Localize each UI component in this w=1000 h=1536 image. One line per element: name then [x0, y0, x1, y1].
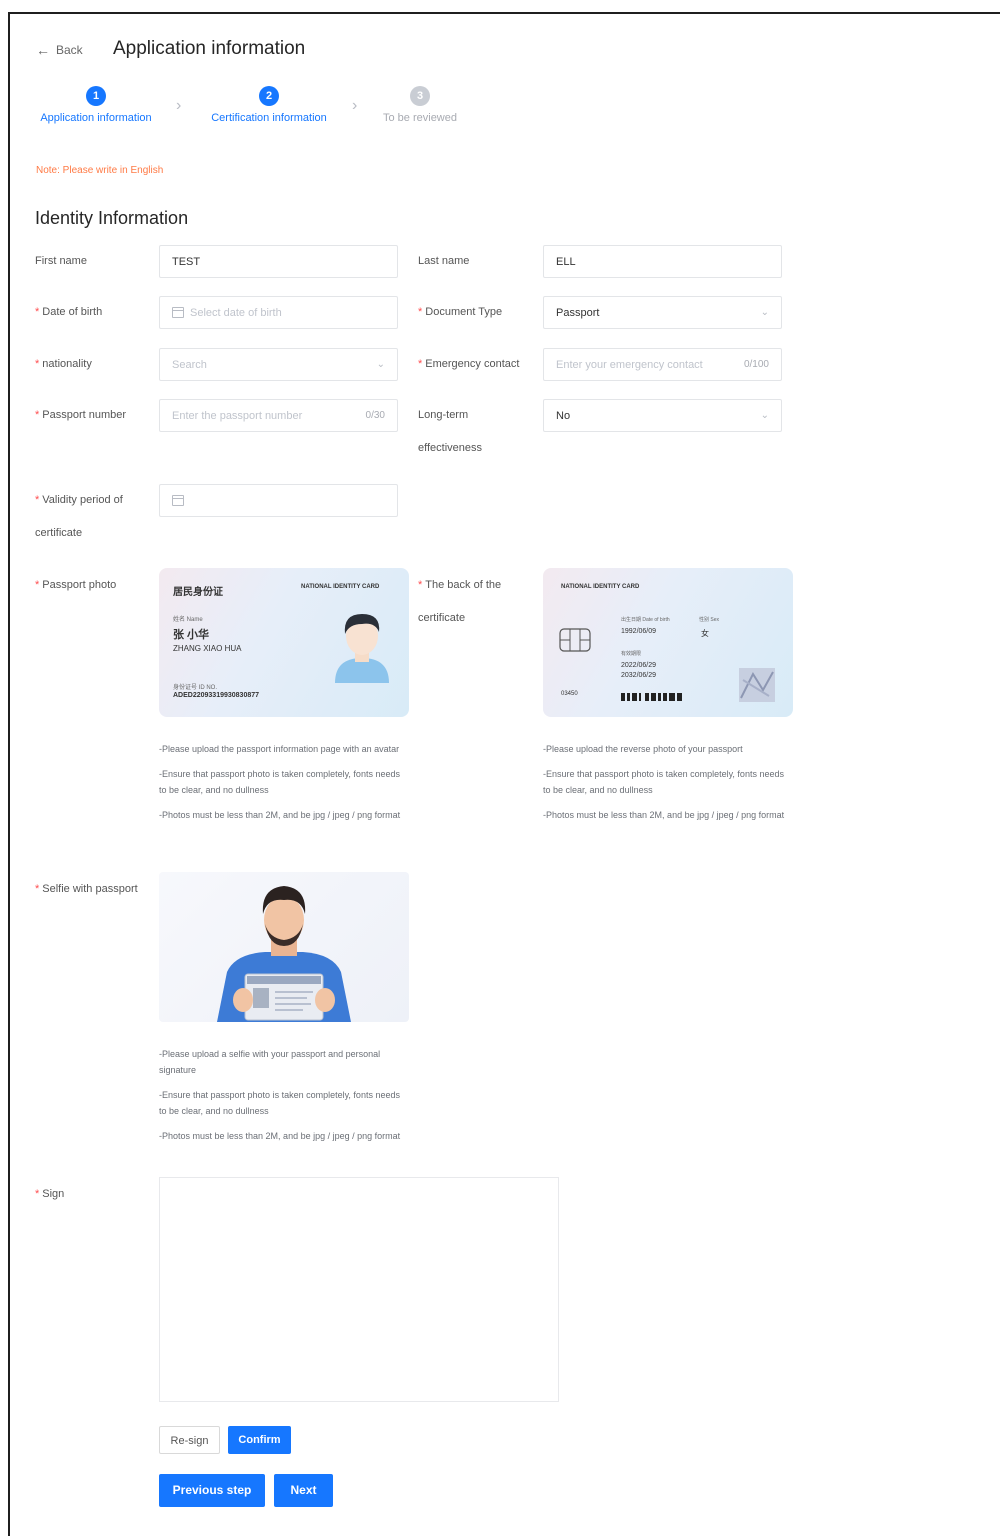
- emergency-contact-input[interactable]: Enter your emergency contact 0/100: [543, 348, 782, 381]
- chevron-down-icon: ⌄: [376, 359, 385, 370]
- step-label: To be reviewed: [383, 112, 457, 124]
- passport-number-input[interactable]: Enter the passport number 0/30: [159, 399, 398, 432]
- hologram-icon: [739, 668, 775, 702]
- name-en: ZHANG XIAO HUA: [173, 644, 242, 653]
- passport-photo-upload[interactable]: 居民身份证 NATIONAL IDENTITY CARD 姓名 Name 张 小…: [159, 568, 409, 717]
- first-name-input[interactable]: TEST: [159, 245, 398, 278]
- selfie-label: * Selfie with passport: [35, 883, 138, 895]
- step-to-be-reviewed: 3 To be reviewed: [372, 86, 468, 124]
- last-name-input[interactable]: ELL: [543, 245, 782, 278]
- chevron-down-icon: ⌄: [760, 307, 769, 318]
- step-number: 2: [259, 86, 279, 106]
- passport-photo-help: -Please upload the passport information …: [159, 744, 401, 820]
- previous-step-button[interactable]: Previous step: [159, 1474, 265, 1507]
- calendar-icon: [172, 495, 184, 506]
- page-title: Application information: [113, 38, 306, 59]
- step-label: Certification information: [211, 112, 327, 124]
- last-name-label: Last name: [418, 255, 470, 267]
- signature-pad[interactable]: [159, 1177, 559, 1402]
- sign-label: * Sign: [35, 1188, 65, 1200]
- passport-number-label: * Passport number: [35, 409, 127, 421]
- document-type-label: * Document Type: [418, 306, 503, 318]
- chevron-right-icon: ›: [352, 97, 358, 114]
- serial-number: 03450: [561, 691, 578, 697]
- nationality-select[interactable]: Search ⌄: [159, 348, 398, 381]
- long-term-effectiveness-label: Long-term effectiveness: [418, 409, 483, 454]
- sex-label: 性别 Sex: [699, 617, 720, 623]
- passport-photo-label: * Passport photo: [35, 579, 117, 591]
- re-sign-button[interactable]: Re-sign: [159, 1426, 220, 1454]
- step-certification-information[interactable]: 2 Certification information: [200, 86, 338, 124]
- selfie-upload[interactable]: [159, 872, 409, 1022]
- document-type-select[interactable]: Passport ⌄: [543, 296, 782, 329]
- card-back-title: NATIONAL IDENTITY CARD: [561, 584, 640, 590]
- valid-to: 2032/06/29: [621, 672, 657, 679]
- barcode-icon: [621, 693, 682, 701]
- calendar-icon: [172, 307, 184, 318]
- id-number: ADED22093319930830877: [173, 692, 260, 699]
- dob-label: 出生日期 Date of birth: [621, 617, 670, 623]
- chevron-right-icon: ›: [176, 97, 182, 114]
- back-of-certificate-upload[interactable]: NATIONAL IDENTITY CARD 出生日期 Date of birt…: [543, 568, 793, 717]
- english-note: Note: Please write in English: [36, 165, 164, 176]
- date-of-birth-label: * Date of birth: [35, 306, 103, 318]
- id-label: 身份证号 ID NO.: [173, 685, 218, 691]
- arrow-left-icon: ←: [36, 42, 50, 58]
- name-label: 姓名 Name: [173, 617, 203, 623]
- card-title-en: NATIONAL IDENTITY CARD: [301, 584, 380, 590]
- first-name-label: First name: [35, 255, 87, 267]
- confirm-button[interactable]: Confirm: [228, 1426, 291, 1454]
- back-button[interactable]: ← Back: [36, 42, 83, 58]
- date-of-birth-picker[interactable]: Select date of birth: [159, 296, 398, 329]
- selfie-help: -Please upload a selfie with your passpo…: [159, 1049, 401, 1141]
- validity-label: 有效期限: [621, 651, 642, 657]
- section-title: Identity Information: [35, 208, 189, 228]
- validity-period-label: * Validity period of certificate: [35, 494, 123, 539]
- nationality-label: * nationality: [35, 358, 92, 370]
- step-number: 3: [410, 86, 430, 106]
- validity-period-picker[interactable]: [159, 484, 398, 517]
- valid-from: 2022/06/29: [621, 662, 657, 669]
- back-of-certificate-help: -Please upload the reverse photo of your…: [543, 744, 785, 820]
- chevron-down-icon: ⌄: [760, 410, 769, 421]
- sex-value: 女: [701, 629, 709, 638]
- next-button[interactable]: Next: [274, 1474, 333, 1507]
- emergency-contact-label: * Emergency contact: [418, 358, 520, 370]
- selfie-person-illustration: [217, 886, 351, 1022]
- chip-icon: [559, 628, 591, 652]
- long-term-effectiveness-select[interactable]: No ⌄: [543, 399, 782, 432]
- avatar-portrait-icon: [335, 614, 389, 683]
- card-title-cn: 居民身份证: [173, 587, 223, 598]
- back-label: Back: [56, 43, 83, 57]
- dob-value: 1992/06/09: [621, 628, 657, 635]
- name-cn: 张 小华: [173, 629, 210, 641]
- step-label: Application information: [40, 112, 152, 124]
- step-number: 1: [86, 86, 106, 106]
- back-of-certificate-label: * The back of the certificate: [418, 579, 502, 624]
- step-application-information[interactable]: 1 Application information: [30, 86, 162, 124]
